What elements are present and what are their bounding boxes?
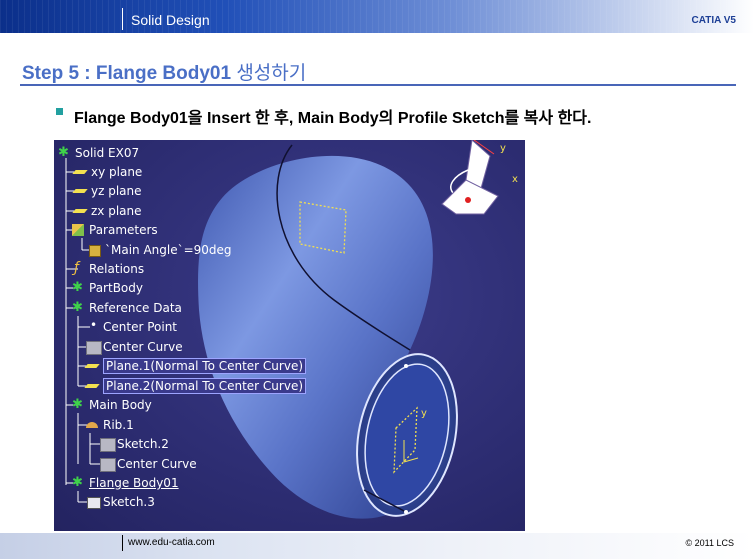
part-icon — [58, 145, 72, 160]
tree-label-relations: Relations — [89, 262, 145, 276]
tree-label-rib1: Rib.1 — [103, 418, 134, 432]
tree-item-parameters[interactable]: Parameters — [72, 222, 158, 238]
footer-copyright: © 2011 LCS — [685, 538, 735, 548]
curve-icon — [86, 341, 102, 355]
header-band — [0, 0, 754, 33]
tree-label-plane2: Plane.2(Normal To Center Curve) — [103, 378, 307, 394]
tree-label-sketch3: Sketch.3 — [103, 495, 155, 509]
sketch-icon — [86, 496, 101, 509]
tree-item-xy-plane[interactable]: xy plane — [74, 164, 142, 180]
compass-widget[interactable] — [441, 140, 499, 215]
tree-item-center-curve[interactable]: Center Curve — [86, 339, 183, 355]
tree-label-center-point: Center Point — [103, 320, 177, 334]
tree-item-plane1[interactable]: Plane.1(Normal To Center Curve) — [86, 358, 307, 374]
tree-item-center-point[interactable]: Center Point — [86, 318, 177, 335]
tree-label-sketch2: Sketch.2 — [117, 437, 169, 451]
tree-label-plane1: Plane.1(Normal To Center Curve) — [103, 358, 307, 374]
rib-icon — [86, 419, 100, 431]
tree-label-xy-plane: xy plane — [91, 165, 143, 179]
tree-item-main-angle[interactable]: `Main Angle`=90deg — [88, 242, 232, 258]
tree-item-partbody[interactable]: PartBody — [72, 280, 143, 296]
curve-icon — [100, 458, 116, 472]
tree-label-partbody: PartBody — [89, 281, 143, 295]
plane-icon — [74, 168, 88, 176]
step-title-en: Step 5 : Flange Body01 — [22, 63, 237, 84]
body-icon — [72, 280, 86, 295]
body-icon — [72, 397, 86, 412]
plane-icon — [74, 187, 88, 195]
tree-item-flange-body[interactable]: Flange Body01 — [72, 475, 179, 491]
tree-item-sketch3[interactable]: Sketch.3 — [86, 494, 155, 510]
tree-label-root: Solid EX07 — [75, 146, 140, 160]
tree-item-rib1[interactable]: Rib.1 — [86, 417, 134, 433]
tree-item-yz-plane[interactable]: yz plane — [74, 183, 142, 199]
svg-text:y: y — [421, 408, 427, 419]
tree-label-parameters: Parameters — [89, 223, 158, 237]
tree-label-yz-plane: yz plane — [91, 184, 142, 198]
parameter-icon — [88, 244, 102, 257]
plane-icon — [86, 362, 100, 370]
tree-label-center-curve: Center Curve — [103, 340, 183, 354]
tree-label-rib-center-curve: Center Curve — [117, 457, 197, 471]
title-rule — [20, 84, 736, 86]
tree-item-zx-plane[interactable]: zx plane — [74, 203, 142, 219]
compass-y-label: y — [500, 143, 506, 154]
footer-divider — [122, 535, 123, 551]
footer-url[interactable]: www.edu-catia.com — [128, 537, 215, 548]
tree-item-reference-data[interactable]: Reference Data — [72, 300, 182, 316]
footer-band — [0, 533, 754, 559]
bullet-icon — [56, 108, 63, 115]
step-title: Step 5 : Flange Body01 생성하기 — [22, 58, 306, 85]
step-title-kr: 생성하기 — [236, 63, 307, 84]
tree-label-flange-body: Flange Body01 — [89, 476, 179, 490]
sketch-icon — [100, 438, 116, 452]
tree-item-sketch2[interactable]: Sketch.2 — [100, 436, 169, 452]
tree-label-zx-plane: zx plane — [91, 204, 142, 218]
header-divider — [122, 8, 123, 30]
compass-x-label: x — [512, 174, 518, 185]
plane-icon — [86, 382, 100, 390]
header-title: Solid Design — [131, 12, 210, 28]
relations-icon — [72, 260, 86, 276]
parameters-icon — [72, 224, 86, 236]
tree-label-main-body: Main Body — [89, 398, 152, 412]
tree-label-reference-data: Reference Data — [89, 301, 182, 315]
geometrical-set-icon — [72, 300, 86, 315]
catia-viewport[interactable]: y y x Solid EX07 xy plane yz plane zx pl… — [54, 140, 525, 531]
point-icon — [86, 318, 100, 333]
tree-label-main-angle: `Main Angle`=90deg — [105, 243, 232, 257]
tree-item-main-body[interactable]: Main Body — [72, 397, 152, 413]
tree-item-relations[interactable]: Relations — [72, 260, 145, 277]
tree-item-rib-center-curve[interactable]: Center Curve — [100, 456, 197, 472]
tree-item-root[interactable]: Solid EX07 — [58, 145, 139, 161]
header-brand: CATIA V5 — [691, 15, 736, 26]
body-icon — [72, 475, 86, 490]
tree-item-plane2[interactable]: Plane.2(Normal To Center Curve) — [86, 378, 307, 394]
instruction-text: Flange Body01을 Insert 한 후, Main Body의 Pr… — [74, 110, 592, 127]
plane-icon — [74, 207, 88, 215]
